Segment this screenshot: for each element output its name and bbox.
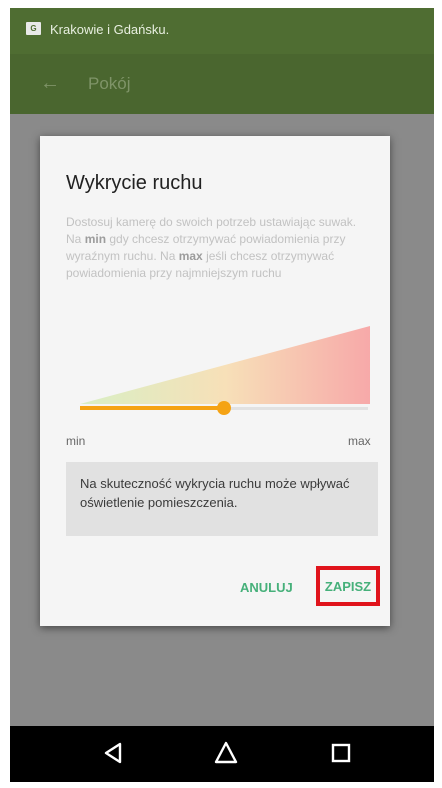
description-bold-max: max: [178, 249, 203, 263]
slider-fill: [80, 406, 224, 410]
android-nav-bar: [10, 726, 434, 782]
motion-detection-dialog: Wykrycie ruchu Dostosuj kamerę do swoich…: [40, 136, 390, 626]
status-bar: G Krakowie i Gdańsku.: [10, 8, 434, 54]
lighting-info-box: Na skuteczność wykrycia ruchu może wpływ…: [66, 462, 378, 536]
slider-min-label: min: [66, 434, 86, 448]
slider-max-label: max: [348, 434, 371, 448]
dialog-title: Wykrycie ruchu: [66, 172, 203, 194]
description-bold-min: min: [84, 232, 107, 246]
sensitivity-gradient-triangle: [80, 326, 370, 404]
cancel-button[interactable]: ANULUJ: [240, 580, 293, 595]
slider-thumb[interactable]: [217, 401, 231, 415]
nav-back-icon[interactable]: [100, 740, 126, 766]
back-arrow-icon[interactable]: ←: [40, 72, 60, 95]
app-title: Pokój: [88, 74, 131, 93]
save-button[interactable]: ZAPISZ: [316, 566, 380, 606]
notification-app-icon: G: [26, 22, 41, 35]
status-notification-text: Krakowie i Gdańsku.: [50, 22, 170, 37]
sensitivity-slider[interactable]: [80, 398, 368, 418]
nav-home-icon[interactable]: [213, 740, 239, 766]
nav-recent-icon[interactable]: [328, 740, 354, 766]
dialog-description: Dostosuj kamerę do swoich potrzeb ustawi…: [66, 214, 372, 282]
app-bar: ← Pokój: [10, 54, 434, 114]
save-button-label: ZAPISZ: [324, 578, 372, 594]
